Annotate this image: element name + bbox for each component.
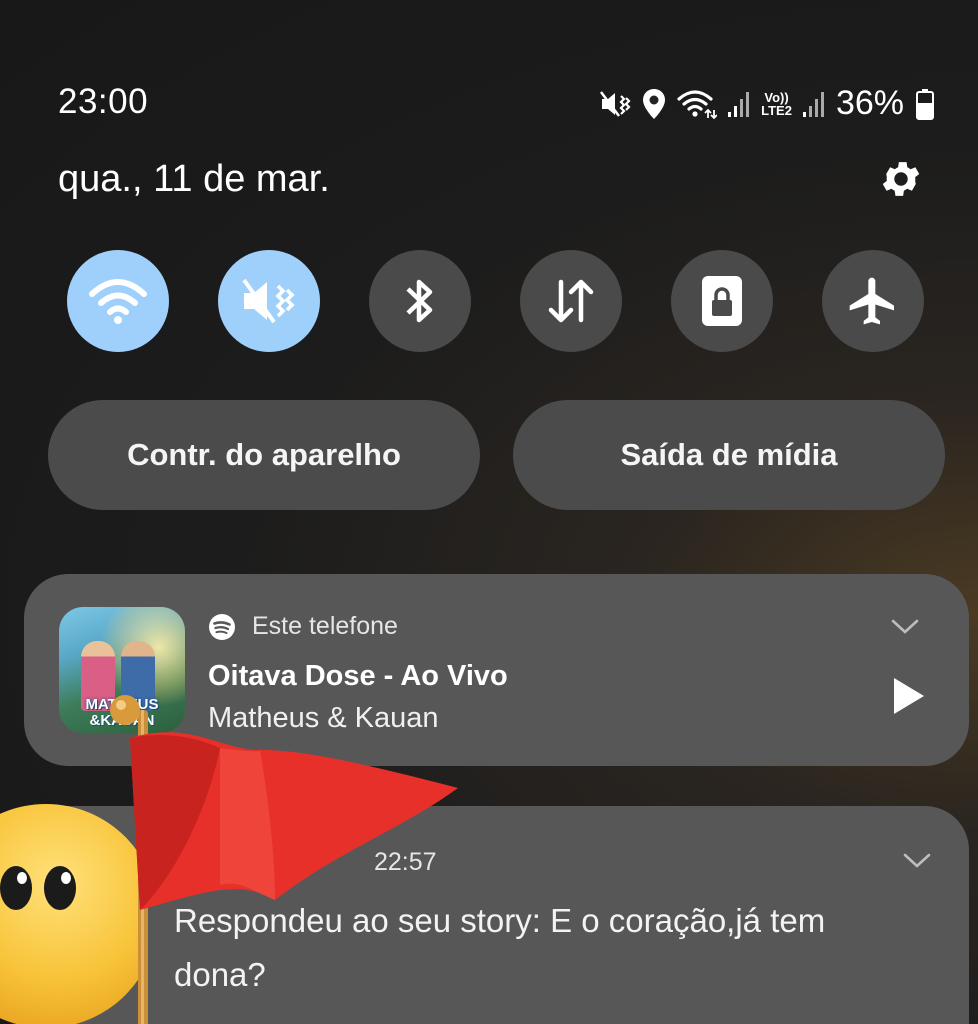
media-source[interactable]: Este telefone xyxy=(208,612,398,641)
rotation-lock-icon xyxy=(702,276,742,326)
date: qua., 11 de mar. xyxy=(58,158,330,200)
bluetooth-toggle[interactable] xyxy=(369,250,471,352)
song-title: Oitava Dose - Ao Vivo xyxy=(208,660,508,692)
play-button[interactable] xyxy=(886,674,930,718)
airplane-icon xyxy=(849,277,894,325)
wifi-icon xyxy=(89,279,147,324)
sound-mode-toggle[interactable] xyxy=(218,250,320,352)
mobile-data-toggle[interactable] xyxy=(520,250,622,352)
bluetooth-icon xyxy=(406,279,433,323)
airplane-mode-toggle[interactable] xyxy=(822,250,924,352)
volte-icon: Vo)) LTE2 xyxy=(761,89,792,118)
wifi-icon xyxy=(677,89,718,119)
status-bar: 23:00 Vo)) LTE2 36% xyxy=(58,82,934,126)
location-icon xyxy=(643,88,666,119)
status-icons: Vo)) LTE2 36% xyxy=(599,84,934,123)
chevron-down-icon[interactable] xyxy=(890,618,920,636)
media-output-button[interactable]: Saída de mídia xyxy=(513,400,945,510)
quick-settings-row xyxy=(67,250,924,352)
battery-icon xyxy=(916,88,934,120)
signal-icon xyxy=(728,91,750,117)
mute-icon xyxy=(242,278,295,324)
signal-icon xyxy=(802,91,824,117)
chevron-down-icon[interactable] xyxy=(902,852,932,870)
battery-percent: 36% xyxy=(835,84,904,122)
gear-icon[interactable] xyxy=(878,156,924,202)
rotation-lock-toggle[interactable] xyxy=(671,250,773,352)
wifi-toggle[interactable] xyxy=(67,250,169,352)
data-transfer-icon xyxy=(548,279,594,323)
spotify-icon xyxy=(209,613,235,640)
media-source-label: Este telefone xyxy=(252,612,398,640)
device-control-button[interactable]: Contr. do aparelho xyxy=(48,400,480,510)
red-flag-icon xyxy=(110,695,458,1024)
clock: 23:00 xyxy=(58,82,149,121)
mute-vibrate-icon xyxy=(600,90,631,117)
